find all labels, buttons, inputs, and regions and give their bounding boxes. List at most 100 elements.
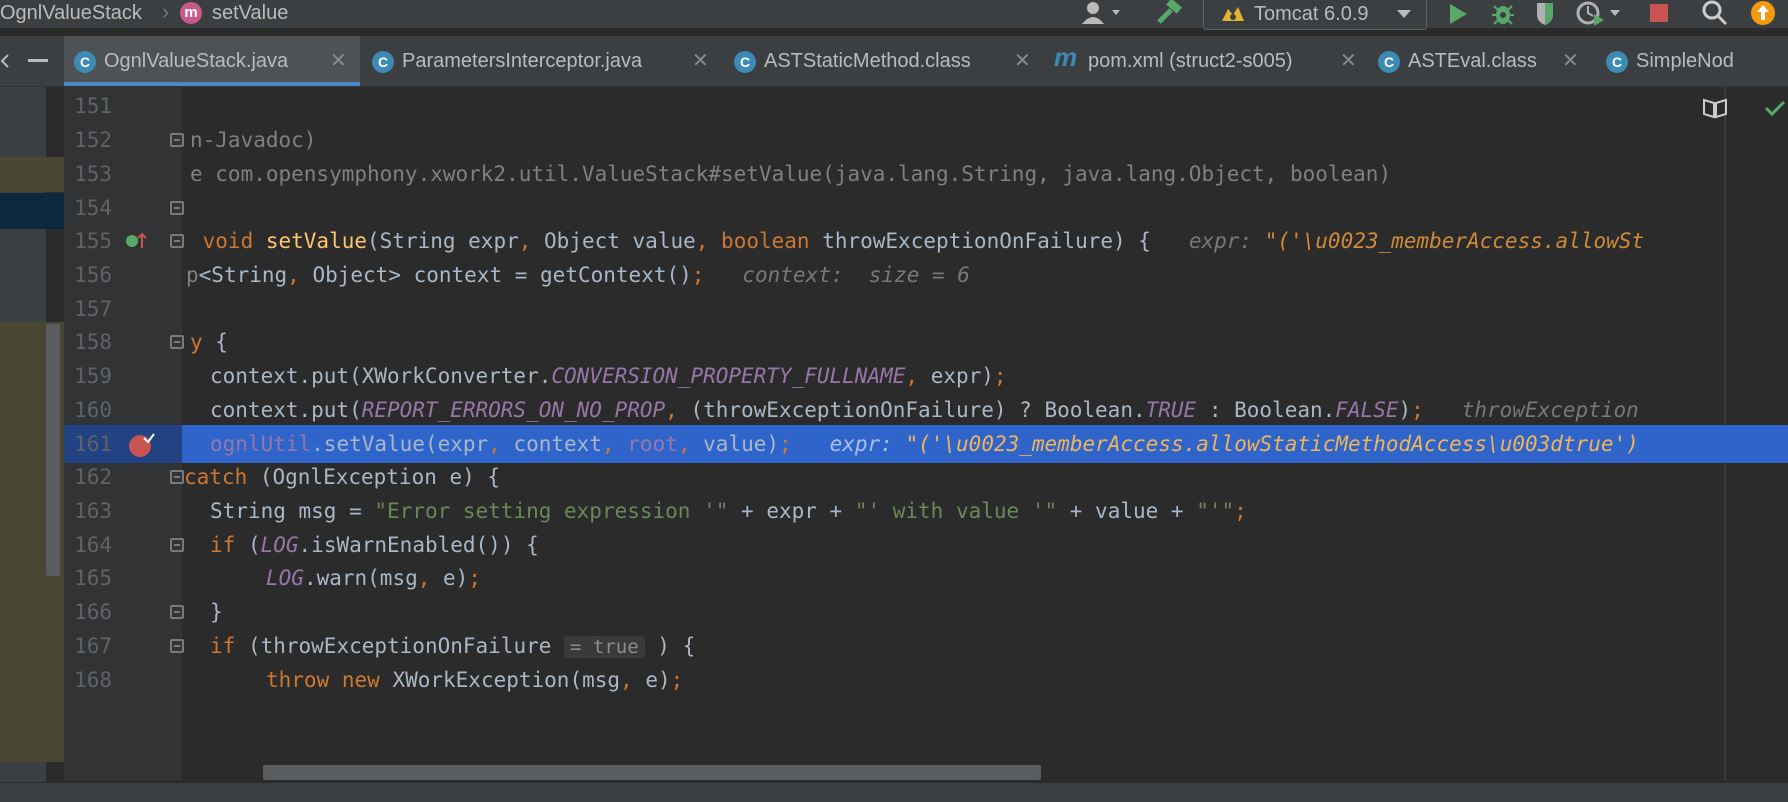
run-configuration-dropdown[interactable]: Tomcat 6.0.9 xyxy=(1203,0,1427,30)
tab-label: pom.xml (struct2-s005) xyxy=(1088,50,1293,72)
code-line[interactable]: 155 void setValue(String expr, Object va… xyxy=(64,222,1788,260)
breakpoint-icon[interactable] xyxy=(128,432,156,458)
tab-label: OgnlValueStack.java xyxy=(104,50,289,72)
tab-ognl-value-stack[interactable]: C OgnlValueStack.java ✕ xyxy=(64,36,360,86)
line-number: 155 xyxy=(74,229,112,253)
class-icon: C xyxy=(1378,51,1400,73)
close-icon[interactable]: ✕ xyxy=(330,49,347,73)
tab-label: ASTStaticMethod.class xyxy=(764,50,971,72)
code-text: n-Javadoc) xyxy=(190,128,317,152)
line-number: 160 xyxy=(74,398,112,422)
update-icon[interactable] xyxy=(1750,0,1776,26)
code-text: p<String, Object> context = getContext()… xyxy=(186,263,970,287)
fold-marker-icon[interactable] xyxy=(170,470,184,484)
code-line[interactable]: 152 n-Javadoc) xyxy=(64,121,1788,159)
tab-label: ParametersInterceptor.java xyxy=(402,50,643,72)
line-number: 159 xyxy=(74,364,112,388)
breadcrumb-class[interactable]: OgnlValueStack xyxy=(0,0,142,26)
close-icon[interactable]: ✕ xyxy=(1014,49,1031,73)
line-number: 158 xyxy=(74,330,112,354)
debug-icon[interactable] xyxy=(1490,0,1516,26)
line-number: 165 xyxy=(74,566,112,590)
code-line[interactable]: 159 context.put(XWorkConverter.CONVERSIO… xyxy=(64,357,1788,395)
tab-ast-static-method[interactable]: C ASTStaticMethod.class ✕ xyxy=(724,36,1042,86)
code-line[interactable]: 153 e com.opensymphony.xwork2.util.Value… xyxy=(64,155,1788,193)
class-icon: C xyxy=(734,51,756,73)
tab-simple-node[interactable]: C SimpleNod xyxy=(1596,36,1788,86)
fold-marker-icon[interactable] xyxy=(170,605,184,619)
breadcrumb-method[interactable]: setValue xyxy=(212,0,288,26)
class-icon: C xyxy=(372,51,394,73)
run-icon[interactable] xyxy=(1447,2,1469,26)
code-text: if (throwExceptionOnFailure = true ) { xyxy=(210,634,696,658)
code-editor[interactable]: 151 152 n-Javadoc) 153 e com.opensymphon… xyxy=(64,87,1788,780)
code-line[interactable]: 168 throw new XWorkException(msg, e); xyxy=(64,661,1788,699)
method-icon: m xyxy=(180,2,202,24)
code-line[interactable]: 162 catch (OgnlException e) { xyxy=(64,458,1788,496)
build-hammer-icon[interactable] xyxy=(1155,0,1183,26)
fold-marker-icon[interactable] xyxy=(170,639,184,653)
code-text: context.put(XWorkConverter.CONVERSION_PR… xyxy=(210,364,1007,388)
code-line[interactable]: 165 LOG.warn(msg, e); xyxy=(64,559,1788,597)
coverage-icon[interactable] xyxy=(1533,0,1559,26)
vertical-scrollbar[interactable] xyxy=(46,324,60,576)
line-number: 163 xyxy=(74,499,112,523)
collapse-icon[interactable] xyxy=(28,58,50,64)
code-line[interactable]: 163 String msg = "Error setting expressi… xyxy=(64,492,1788,530)
search-icon[interactable] xyxy=(1702,0,1728,26)
close-icon[interactable]: ✕ xyxy=(1562,49,1579,73)
debug-inline-hint-label: expr: xyxy=(1188,229,1265,253)
fold-marker-icon[interactable] xyxy=(170,538,184,552)
tree-row[interactable] xyxy=(0,157,64,192)
debug-inline-hint-value: "('\u0023_memberAccess.allowStaticMethod… xyxy=(905,432,1639,456)
debug-inline-hint-label: expr: xyxy=(829,432,906,456)
code-text: throw new XWorkException(msg, e); xyxy=(266,668,684,692)
code-text: LOG.warn(msg, e); xyxy=(266,566,481,590)
class-icon: C xyxy=(1606,51,1628,73)
code-line[interactable]: 156 p<String, Object> context = getConte… xyxy=(64,256,1788,294)
user-icon[interactable] xyxy=(1080,0,1124,26)
line-number: 152 xyxy=(74,128,112,152)
fold-marker-icon[interactable] xyxy=(170,133,184,147)
line-number: 153 xyxy=(74,162,112,186)
debug-value-chip: = true xyxy=(564,636,645,658)
tab-parameters-interceptor[interactable]: C ParametersInterceptor.java ✕ xyxy=(362,36,720,86)
close-icon[interactable]: ✕ xyxy=(692,49,709,73)
profile-icon[interactable] xyxy=(1576,0,1624,26)
line-number: 167 xyxy=(74,634,112,658)
class-icon: C xyxy=(74,51,96,73)
fold-marker-icon[interactable] xyxy=(170,335,184,349)
code-line[interactable]: 166 } xyxy=(64,593,1788,631)
override-icon[interactable] xyxy=(124,230,150,252)
code-line[interactable]: 167 if (throwExceptionOnFailure = true )… xyxy=(64,627,1788,665)
fold-marker-icon[interactable] xyxy=(170,234,184,248)
tab-ast-eval[interactable]: C ASTEval.class ✕ xyxy=(1368,36,1594,86)
line-number: 156 xyxy=(74,263,112,287)
stop-icon[interactable] xyxy=(1648,2,1670,24)
project-tool-window[interactable] xyxy=(0,87,64,787)
code-line[interactable]: 158 y { xyxy=(64,323,1788,361)
chevron-down-icon xyxy=(1397,10,1411,18)
tab-scroll-left-icon[interactable] xyxy=(0,54,10,68)
maven-icon: m xyxy=(1054,42,1078,72)
fold-marker-icon[interactable] xyxy=(170,201,184,215)
line-number: 166 xyxy=(74,600,112,624)
tab-label: SimpleNod xyxy=(1636,50,1734,72)
code-text: void setValue(String expr, Object value,… xyxy=(190,229,1645,253)
code-text: context.put(REPORT_ERRORS_ON_NO_PROP, (t… xyxy=(210,398,1639,422)
tree-row-selected[interactable] xyxy=(0,193,64,229)
debug-inline-hint: context: size = 6 xyxy=(742,263,970,287)
code-text: String msg = "Error setting expression '… xyxy=(210,499,1247,523)
debug-inline-hint-value: "('\u0023_memberAccess.allowSt xyxy=(1264,229,1645,253)
line-number: 151 xyxy=(74,94,112,118)
line-number: 162 xyxy=(74,465,112,489)
navigation-bar: OgnlValueStack › m setValue Tomcat 6.0.9 xyxy=(0,0,1788,30)
code-text: } xyxy=(210,600,223,624)
code-line[interactable]: 151 xyxy=(64,87,1788,125)
code-text: e com.opensymphony.xwork2.util.ValueStac… xyxy=(190,162,1392,186)
code-line[interactable]: 160 context.put(REPORT_ERRORS_ON_NO_PROP… xyxy=(64,391,1788,429)
close-icon[interactable]: ✕ xyxy=(1340,49,1357,73)
debug-inline-hint: throwException xyxy=(1461,398,1639,422)
tab-pom-xml[interactable]: m pom.xml (struct2-s005) ✕ xyxy=(1044,36,1366,86)
horizontal-scrollbar[interactable] xyxy=(263,765,1041,780)
